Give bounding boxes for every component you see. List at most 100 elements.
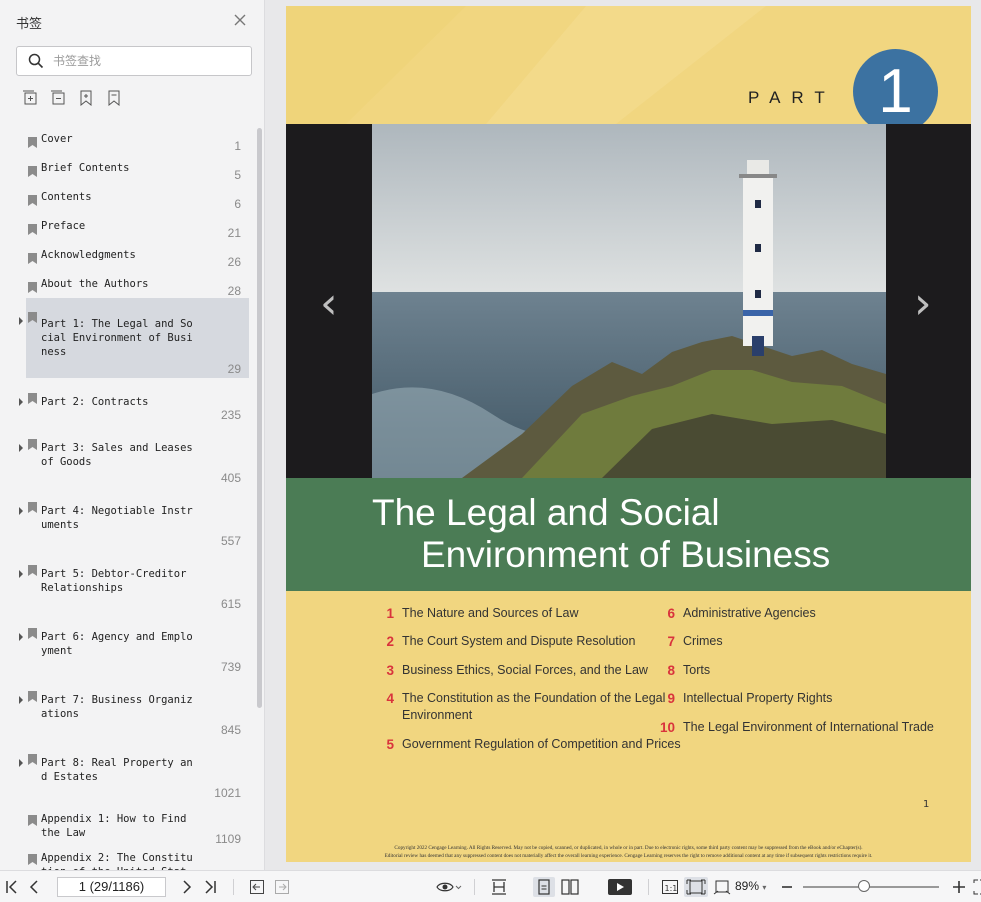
page-number: 1: [923, 799, 930, 810]
chapter-title: Business Ethics, Social Forces, and the …: [402, 663, 648, 677]
part-title-line1: The Legal and Social: [372, 492, 720, 533]
expand-arrow-icon[interactable]: [17, 437, 25, 452]
bookmark-item-selected[interactable]: Part 1: The Legal and So cial Environmen…: [19, 298, 249, 378]
bookmark-icon: [28, 624, 37, 639]
bookmark-item[interactable]: About the Authors 28: [26, 271, 249, 298]
bookmark-item[interactable]: Part 2: Contracts 235: [19, 388, 249, 424]
bookmark-item[interactable]: Cover 1: [26, 126, 249, 153]
zoom-slider-track[interactable]: [803, 886, 939, 888]
forward-view-icon[interactable]: [274, 877, 290, 897]
chapter-title: Government Regulation of Competition and…: [402, 737, 681, 751]
bookmark-icon: [28, 162, 37, 177]
last-page-icon[interactable]: [203, 877, 217, 897]
bookmark-item[interactable]: Brief Contents 5: [26, 155, 249, 182]
expand-arrow-icon[interactable]: [17, 752, 25, 767]
bookmark-page: 1021: [214, 786, 241, 800]
previous-page-icon[interactable]: [27, 877, 41, 897]
bookmark-item[interactable]: Part 7: Business Organiz ations 845: [19, 686, 249, 742]
bookmark-item[interactable]: Part 4: Negotiable Instr uments 557: [19, 497, 249, 553]
bookmark-label: Cover: [41, 133, 73, 145]
chapter-title: Administrative Agencies: [683, 606, 816, 620]
bookmark-label: Acknowledgments: [41, 249, 136, 261]
chapter-number: 6: [667, 606, 675, 621]
bookmark-search-box[interactable]: [16, 46, 252, 76]
expand-arrow-icon[interactable]: [17, 391, 25, 406]
bookmark-list: Cover 1 Brief Contents 5 Contents 6 Pref…: [0, 124, 255, 870]
bookmark-icon[interactable]: [106, 90, 122, 107]
actual-size-icon[interactable]: 1:1: [661, 877, 679, 897]
play-slideshow-icon[interactable]: [608, 877, 632, 897]
bookmark-label: Brief Contents: [41, 162, 130, 174]
zoom-slider-handle[interactable]: [858, 880, 870, 892]
expand-arrow-icon[interactable]: [17, 310, 25, 325]
bookmark-page: 6: [234, 197, 241, 211]
close-icon[interactable]: [232, 12, 248, 28]
next-page-arrow[interactable]: ›: [914, 282, 932, 326]
single-page-icon[interactable]: [533, 877, 555, 897]
bookmark-label: Part 6: Agency and Emplo yment: [41, 631, 193, 657]
bookmark-label: Preface: [41, 220, 86, 232]
bookmark-label: Part 3: Sales and Leases of Goods: [41, 442, 193, 468]
bookmark-item[interactable]: Part 5: Debtor-Creditor Relationships 61…: [19, 560, 249, 616]
expand-arrow-icon[interactable]: [17, 689, 25, 704]
zoom-level[interactable]: 89% ▾: [735, 879, 766, 893]
copyright-notice: Copyright 2022 Cengage Learning. All Rig…: [286, 844, 971, 860]
two-page-icon[interactable]: [560, 877, 580, 897]
bookmark-item[interactable]: Part 6: Agency and Emplo yment 739: [19, 623, 249, 679]
expand-arrow-icon[interactable]: [17, 563, 25, 578]
part-title-line2: Environment of Business: [421, 534, 831, 575]
bookmark-icon: [28, 220, 37, 235]
bookmark-label: Part 8: Real Property an d Estates: [41, 757, 193, 783]
fit-width-icon[interactable]: [490, 877, 508, 897]
search-icon: [28, 53, 44, 73]
svg-text:1:1: 1:1: [665, 884, 678, 893]
previous-page-arrow[interactable]: ‹: [320, 282, 338, 326]
bookmark-icon: [28, 435, 37, 450]
bookmark-page: 739: [220, 660, 241, 674]
collapse-all-icon[interactable]: [50, 90, 66, 106]
eye-icon[interactable]: [436, 877, 462, 897]
bookmark-page: 26: [227, 255, 241, 269]
bookmark-page: 28: [227, 284, 241, 298]
fullscreen-icon[interactable]: [972, 877, 981, 897]
chapter-number: 5: [386, 737, 394, 752]
back-view-icon[interactable]: [249, 877, 265, 897]
title-band: The Legal and Social Environment of Busi…: [286, 478, 971, 591]
add-bookmark-icon[interactable]: [78, 90, 94, 107]
bookmark-label: Appendix 2: The Constitu tion of the Uni…: [41, 852, 193, 870]
bookmark-label: Part 1: The Legal and So cial Environmen…: [41, 318, 193, 358]
expand-arrow-icon[interactable]: [17, 500, 25, 515]
bottom-toolbar: 1 (29/1186) 1:1 89% ▾: [0, 870, 981, 902]
bookmark-label: Part 4: Negotiable Instr uments: [41, 505, 193, 531]
bookmark-item[interactable]: Contents 6: [26, 184, 249, 211]
bookmark-icon: [28, 850, 37, 865]
next-page-icon[interactable]: [180, 877, 194, 897]
zoom-in-icon[interactable]: [952, 877, 966, 897]
bookmark-label: Part 2: Contracts: [41, 396, 149, 408]
bookmark-page: 21: [227, 226, 241, 240]
document-page: PART 1 ‹ › The Legal and Social Environm…: [286, 6, 971, 862]
zoom-out-icon[interactable]: [781, 877, 793, 897]
chapter-title: Intellectual Property Rights: [683, 691, 833, 705]
expand-arrow-icon[interactable]: [17, 626, 25, 641]
bookmark-label: Part 5: Debtor-Creditor Relationships: [41, 568, 187, 594]
bookmark-icon: [28, 249, 37, 264]
bookmark-label: About the Authors: [41, 278, 149, 290]
chapter-title: The Court System and Dispute Resolution: [402, 634, 636, 648]
copyright-line: Editorial review has deemed that any sup…: [384, 853, 873, 859]
chapter-title: Torts: [683, 663, 711, 677]
bookmark-item[interactable]: Preface 21: [26, 213, 249, 240]
bookmark-item[interactable]: Appendix 2: The Constitu tion of the Uni…: [26, 849, 249, 870]
sidebar-scrollbar[interactable]: [257, 128, 262, 708]
fit-page-icon[interactable]: [684, 877, 708, 897]
bookmark-item[interactable]: Part 8: Real Property an d Estates 1021: [19, 749, 249, 805]
bookmark-panel: 书签 Cover 1 Brief Contents: [0, 0, 265, 870]
page-number-input[interactable]: 1 (29/1186): [57, 877, 166, 897]
bookmark-search-input[interactable]: [53, 52, 243, 70]
bookmark-icon: [28, 133, 37, 148]
bookmark-item[interactable]: Acknowledgments 26: [26, 242, 249, 269]
expand-all-icon[interactable]: [22, 90, 38, 106]
first-page-icon[interactable]: [5, 877, 19, 897]
bookmark-item[interactable]: Part 3: Sales and Leases of Goods 405: [19, 434, 249, 490]
zoom-mode-icon[interactable]: [713, 877, 731, 897]
